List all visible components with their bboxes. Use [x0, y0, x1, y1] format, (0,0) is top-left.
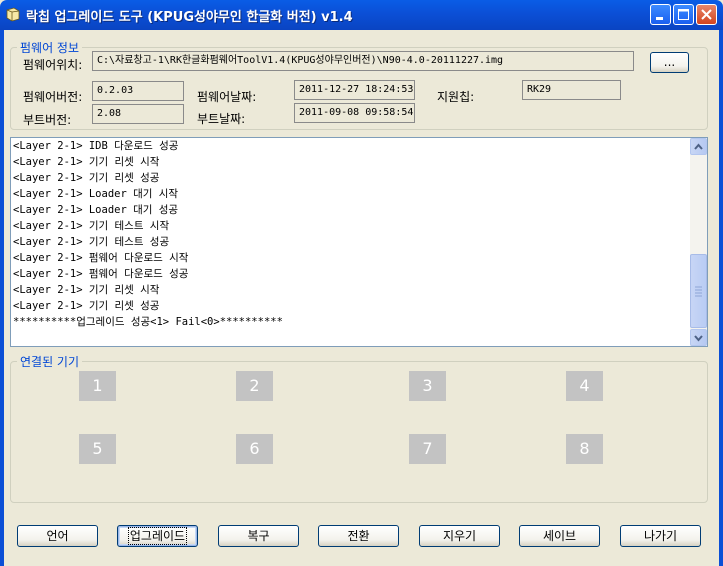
- firmware-info-legend: 펌웨어 정보: [20, 41, 80, 55]
- firmware-location-field[interactable]: C:\자료창고-1\RK한글화펌웨어ToolV1.4(KPUG성야무인버전)\N…: [92, 51, 634, 71]
- grip-icon: [695, 286, 702, 297]
- device-slot-6: 6: [236, 434, 273, 464]
- switch-button-label: 전환: [347, 529, 370, 543]
- title-bar[interactable]: 락칩 업그레이드 도구 (KPUG성야무인 한글화 버전) v1.4: [0, 0, 723, 30]
- chip-field: RK29: [522, 80, 621, 100]
- log-line: <Layer 2-1> 기기 리셋 성공: [13, 300, 160, 312]
- device-slot-4: 4: [566, 371, 603, 401]
- log-line: <Layer 2-1> 기기 테스트 성공: [13, 236, 170, 248]
- device-slot-3: 3: [409, 371, 446, 401]
- window-frame-left: [0, 30, 4, 566]
- maximize-icon: [678, 9, 689, 20]
- scroll-down-button[interactable]: [690, 329, 707, 346]
- minimize-button[interactable]: [650, 4, 671, 25]
- exit-button-label: 나가기: [643, 529, 678, 543]
- language-button[interactable]: 언어: [17, 525, 98, 547]
- minimize-icon: [656, 17, 663, 20]
- log-line: <Layer 2-1> 기기 리셋 시작: [13, 156, 160, 168]
- fw-date-field: 2011-12-27 18:24:53: [294, 80, 415, 100]
- restore-button[interactable]: 복구: [218, 525, 299, 547]
- save-button-label: 세이브: [542, 529, 577, 543]
- log-line: <Layer 2-1> 펌웨어 다운로드 시작: [13, 252, 189, 264]
- close-button[interactable]: [696, 4, 717, 25]
- boot-version-label: 부트버전:: [23, 113, 72, 127]
- device-slot-7: 7: [409, 434, 446, 464]
- device-slot-5: 5: [79, 434, 116, 464]
- log-line: **********업그레이드 성공<1> Fail<0>**********: [13, 316, 283, 328]
- fw-version-field: 0.2.03: [92, 81, 184, 101]
- log-line: <Layer 2-1> 펌웨어 다운로드 성공: [13, 268, 189, 280]
- boot-version-field: 2.08: [92, 104, 184, 124]
- upgrade-button[interactable]: 업그레이드: [117, 525, 198, 547]
- chevron-down-icon: [694, 335, 703, 342]
- log-output[interactable]: <Layer 2-1> IDB 다운로드 성공 <Layer 2-1> 기기 리셋…: [10, 137, 708, 347]
- chevron-up-icon: [694, 143, 703, 150]
- scroll-thumb[interactable]: [690, 254, 707, 328]
- browse-button-label: ...: [663, 55, 676, 69]
- restore-button-label: 복구: [247, 529, 270, 543]
- erase-button-label: 지우기: [442, 529, 477, 543]
- firmware-location-label: 펌웨어위치:: [23, 58, 83, 72]
- switch-button[interactable]: 전환: [318, 525, 399, 547]
- boot-date-label: 부트날짜:: [197, 112, 246, 126]
- scroll-up-button[interactable]: [690, 138, 707, 155]
- save-button[interactable]: 세이브: [519, 525, 600, 547]
- language-button-label: 언어: [46, 529, 69, 543]
- device-slot-8: 8: [566, 434, 603, 464]
- log-lines: <Layer 2-1> IDB 다운로드 성공 <Layer 2-1> 기기 리셋…: [13, 138, 689, 330]
- device-slot-2: 2: [236, 371, 273, 401]
- erase-button[interactable]: 지우기: [419, 525, 500, 547]
- maximize-button[interactable]: [673, 4, 694, 25]
- chip-label: 지원칩:: [437, 90, 475, 104]
- log-line: <Layer 2-1> Loader 대기 시작: [13, 188, 179, 200]
- fw-date-label: 펌웨어날짜:: [197, 90, 257, 104]
- exit-button[interactable]: 나가기: [620, 525, 701, 547]
- close-icon: [701, 9, 712, 20]
- log-line: <Layer 2-1> Loader 대기 성공: [13, 204, 179, 216]
- window-title: 락칩 업그레이드 도구 (KPUG성야무인 한글화 버전) v1.4: [26, 10, 353, 25]
- upgrade-button-label: 업그레이드: [127, 527, 188, 545]
- connected-devices-legend: 연결된 기기: [20, 355, 80, 369]
- app-icon: [6, 7, 20, 22]
- log-line: <Layer 2-1> 기기 리셋 시작: [13, 284, 160, 296]
- browse-button[interactable]: ...: [650, 52, 689, 73]
- boot-date-field: 2011-09-08 09:58:54: [294, 103, 415, 123]
- log-line: <Layer 2-1> 기기 리셋 성공: [13, 172, 160, 184]
- window-frame-right: [719, 30, 723, 566]
- log-scrollbar[interactable]: [690, 138, 707, 346]
- fw-version-label: 펌웨어버전:: [23, 90, 83, 104]
- log-line: <Layer 2-1> IDB 다운로드 성공: [13, 140, 179, 152]
- device-slot-1: 1: [79, 371, 116, 401]
- log-line: <Layer 2-1> 기기 테스트 시작: [13, 220, 170, 232]
